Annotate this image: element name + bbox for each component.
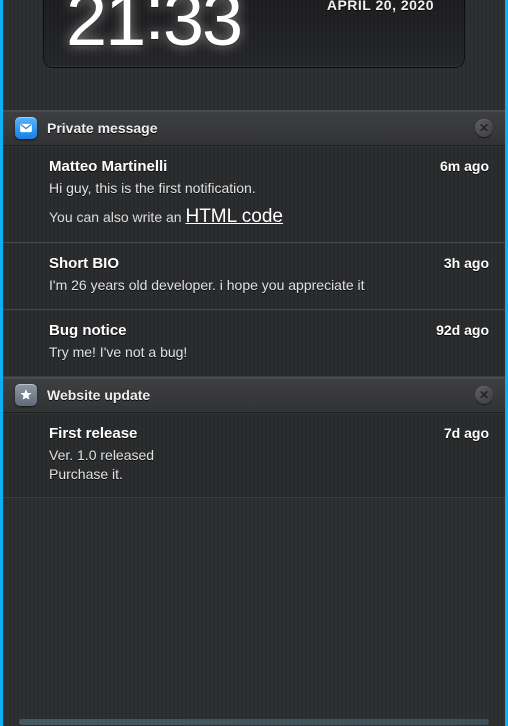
clock-time: 21:33 bbox=[66, 0, 241, 41]
notification-item[interactable]: Matteo Martinelli 6m ago Hi guy, this is… bbox=[3, 146, 505, 243]
notification-title: Bug notice bbox=[49, 322, 127, 339]
notification-title: First release bbox=[49, 425, 137, 442]
notification-item[interactable]: Short BIO 3h ago I'm 26 years old develo… bbox=[3, 243, 505, 310]
notification-item[interactable]: Bug notice 92d ago Try me! I've not a bu… bbox=[3, 310, 505, 377]
clock-card: 21:33 APRIL 20, 2020 bbox=[43, 0, 465, 68]
notification-group-private-message: Private message ✕ Matteo Martinelli 6m a… bbox=[3, 110, 505, 377]
bottom-scrubber[interactable] bbox=[19, 719, 489, 725]
group-title: Private message bbox=[47, 120, 475, 136]
clock-minutes: 33 bbox=[163, 0, 241, 61]
clock-date: APRIL 20, 2020 bbox=[327, 0, 434, 13]
group-header: Private message ✕ bbox=[3, 110, 505, 146]
notification-time: 92d ago bbox=[436, 322, 489, 338]
notification-time: 7d ago bbox=[444, 425, 489, 441]
group-header: Website update ✕ bbox=[3, 377, 505, 413]
html-code-link[interactable]: HTML code bbox=[185, 206, 283, 227]
notification-item[interactable]: First release 7d ago Ver. 1.0 released P… bbox=[3, 413, 505, 499]
notification-title: Matteo Martinelli bbox=[49, 158, 167, 175]
close-icon[interactable]: ✕ bbox=[475, 119, 493, 137]
clock-hours: 21 bbox=[66, 0, 144, 61]
lockscreen: 21:33 APRIL 20, 2020 Private message ✕ M… bbox=[0, 0, 508, 726]
notification-extra: You can also write an HTML code bbox=[49, 206, 489, 228]
group-title: Website update bbox=[47, 387, 475, 403]
notification-time: 6m ago bbox=[440, 158, 489, 174]
close-icon[interactable]: ✕ bbox=[475, 386, 493, 404]
mail-icon bbox=[15, 117, 37, 139]
notification-body: Ver. 1.0 released Purchase it. bbox=[49, 446, 489, 484]
notification-body: Hi guy, this is the first notification. bbox=[49, 179, 489, 198]
notification-body: I'm 26 years old developer. i hope you a… bbox=[49, 276, 489, 295]
notification-extra-text: You can also write an bbox=[49, 209, 185, 225]
notification-title: Short BIO bbox=[49, 255, 119, 272]
notification-group-website-update: Website update ✕ First release 7d ago Ve… bbox=[3, 377, 505, 499]
notification-body: Try me! I've not a bug! bbox=[49, 343, 489, 362]
star-icon bbox=[15, 384, 37, 406]
notification-time: 3h ago bbox=[444, 255, 489, 271]
